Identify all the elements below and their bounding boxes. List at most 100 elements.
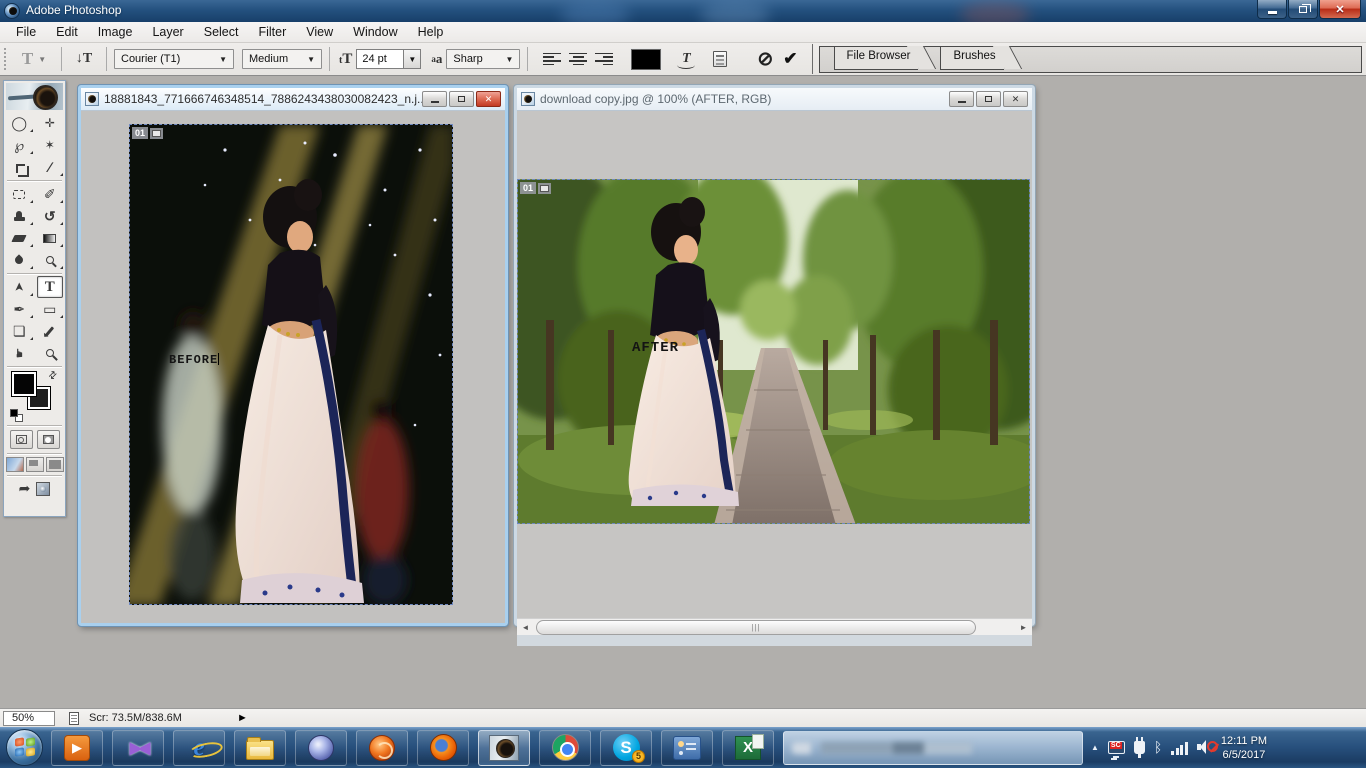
tool-healing-brush[interactable] — [4, 183, 35, 205]
close-button[interactable]: ✕ — [1319, 0, 1361, 19]
type-tool-preset[interactable]: T ▼ — [14, 49, 54, 69]
taskbar-excel[interactable]: X — [722, 730, 774, 766]
before-text-layer[interactable]: BEFORE — [169, 353, 219, 367]
tool-lasso[interactable]: ℘ — [4, 134, 35, 156]
text-orientation-button[interactable]: ↓T — [69, 51, 99, 67]
warp-text-button[interactable]: T — [671, 51, 701, 67]
taskbar-orange-browser[interactable] — [356, 730, 408, 766]
doc-titlebar[interactable]: download copy.jpg @ 100% (AFTER, RGB) ✕ — [517, 88, 1032, 111]
text-color-swatch[interactable] — [631, 49, 661, 70]
taskbar-internet-explorer[interactable]: e — [173, 730, 225, 766]
zoom-level-field[interactable]: 50% — [3, 711, 55, 726]
after-text-layer[interactable]: AFTER — [632, 340, 679, 356]
menu-help[interactable]: Help — [408, 22, 454, 43]
swap-colors-icon[interactable]: ⇄ — [46, 369, 60, 383]
commit-edits-button[interactable]: ✔ — [783, 49, 797, 69]
power-plug-icon[interactable] — [1134, 741, 1145, 754]
standard-screen-button[interactable] — [6, 457, 24, 472]
tool-gradient[interactable] — [35, 227, 66, 249]
image-before[interactable]: 01 BEFORE — [129, 124, 453, 605]
taskbar-skype[interactable]: S 5 — [600, 730, 652, 766]
tool-hand[interactable]: ☛ — [4, 342, 35, 364]
menu-layer[interactable]: Layer — [142, 22, 193, 43]
menu-filter[interactable]: Filter — [248, 22, 296, 43]
screen-capture-tray-icon[interactable] — [1108, 741, 1125, 754]
taskbar-firefox[interactable] — [417, 730, 469, 766]
tool-shape[interactable]: ▭ — [35, 298, 66, 320]
taskbar-browser-window-button[interactable] — [783, 731, 1083, 765]
doc-maximize-button[interactable] — [976, 91, 1001, 107]
doc-maximize-button[interactable] — [449, 91, 474, 107]
tool-history-brush[interactable]: ↺ — [35, 205, 66, 227]
taskbar-clock[interactable]: 12:11 PM 6/5/2017 — [1221, 734, 1267, 762]
status-menu-arrow-icon[interactable]: ► — [237, 712, 248, 724]
restore-button[interactable] — [1288, 0, 1318, 19]
scroll-track[interactable]: ||| — [534, 619, 1015, 636]
fullscreen-button[interactable] — [46, 457, 64, 472]
taskbar-file-explorer[interactable] — [234, 730, 286, 766]
fullscreen-menubar-button[interactable] — [26, 457, 44, 472]
doc-close-button[interactable]: ✕ — [476, 91, 501, 107]
menu-window[interactable]: Window — [343, 22, 407, 43]
menu-image[interactable]: Image — [88, 22, 143, 43]
align-center-button[interactable] — [565, 48, 591, 70]
tool-zoom[interactable] — [35, 342, 66, 364]
align-right-button[interactable] — [591, 48, 617, 70]
standard-mode-button[interactable] — [10, 430, 33, 449]
tool-crop[interactable] — [4, 156, 35, 178]
tab-brushes[interactable]: Brushes — [940, 47, 1003, 70]
doc-close-button[interactable]: ✕ — [1003, 91, 1028, 107]
tool-brush[interactable]: ✐ — [35, 183, 66, 205]
doc-minimize-button[interactable] — [422, 91, 447, 107]
bluetooth-icon[interactable]: ᛒ — [1154, 740, 1162, 756]
tool-clone-stamp[interactable] — [4, 205, 35, 227]
tool-slice[interactable]: ∕ — [35, 156, 66, 178]
font-size-combo[interactable]: 24 pt ▼ — [356, 49, 421, 69]
canvas-area[interactable]: 01 BEFORE — [81, 111, 505, 646]
font-size-dropdown-button[interactable]: ▼ — [404, 49, 421, 69]
tool-eyedropper[interactable] — [35, 320, 66, 342]
doc-titlebar[interactable]: 18881843_771666746348514_788624343803008… — [81, 88, 505, 111]
document-window-before[interactable]: 18881843_771666746348514_788624343803008… — [78, 85, 508, 626]
options-grip[interactable] — [3, 47, 8, 71]
scroll-left-icon[interactable]: ◄ — [517, 619, 534, 636]
font-size-value[interactable]: 24 pt — [356, 49, 404, 69]
anti-alias-dropdown[interactable]: Sharp ▼ — [446, 49, 520, 69]
doc-minimize-button[interactable] — [949, 91, 974, 107]
network-signal-icon[interactable] — [1171, 741, 1188, 755]
app-titlebar[interactable]: Adobe Photoshop ✕ — [0, 0, 1366, 22]
taskbar-chrome[interactable] — [539, 730, 591, 766]
tool-blur[interactable] — [4, 249, 35, 271]
tool-type[interactable]: T — [37, 276, 64, 298]
font-family-dropdown[interactable]: Courier (T1) ▼ — [114, 49, 234, 69]
foreground-color-swatch[interactable] — [12, 372, 36, 396]
tab-file-browser[interactable]: File Browser — [834, 47, 919, 70]
menu-file[interactable]: File — [6, 22, 46, 43]
start-button[interactable] — [6, 729, 43, 766]
document-window-after[interactable]: download copy.jpg @ 100% (AFTER, RGB) ✕ — [514, 85, 1035, 626]
taskbar-palemoon[interactable] — [295, 730, 347, 766]
scroll-thumb[interactable]: ||| — [536, 620, 976, 635]
taskbar-kmplayer[interactable]: ▶◀ — [112, 730, 164, 766]
menu-view[interactable]: View — [296, 22, 343, 43]
tool-dodge[interactable] — [35, 249, 66, 271]
align-left-button[interactable] — [539, 48, 565, 70]
scroll-right-icon[interactable]: ► — [1015, 619, 1032, 636]
image-after[interactable]: 01 AFTER — [517, 179, 1030, 524]
volume-muted-icon[interactable] — [1197, 740, 1215, 755]
palettes-toggle-button[interactable] — [713, 51, 727, 67]
tray-expand-icon[interactable]: ▲ — [1091, 743, 1099, 752]
horizontal-scrollbar[interactable]: ◄ ||| ► — [517, 618, 1032, 635]
tool-pen[interactable]: ✒ — [4, 298, 35, 320]
menu-edit[interactable]: Edit — [46, 22, 88, 43]
minimize-button[interactable] — [1257, 0, 1287, 19]
menu-select[interactable]: Select — [194, 22, 249, 43]
photoshop-logo[interactable] — [6, 83, 63, 110]
tool-marquee[interactable]: ◯ — [4, 112, 35, 134]
taskbar-control-panel[interactable] — [661, 730, 713, 766]
taskbar-photoshop[interactable] — [478, 730, 530, 766]
cancel-edits-button[interactable]: ⊘ — [757, 48, 773, 71]
font-style-dropdown[interactable]: Medium ▼ — [242, 49, 322, 69]
tool-move[interactable]: ✛ — [35, 112, 66, 134]
tool-path-select[interactable]: ➤ — [4, 276, 35, 298]
